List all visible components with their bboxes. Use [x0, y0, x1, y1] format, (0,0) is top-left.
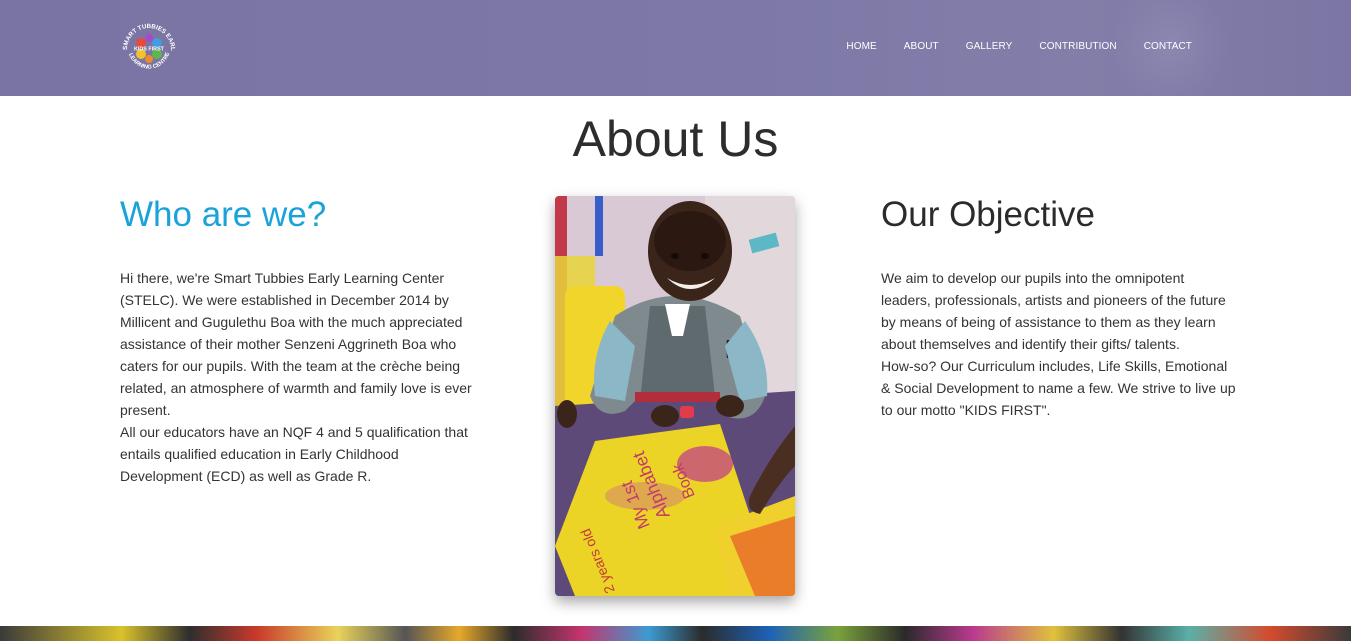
crayons-banner — [0, 626, 1351, 641]
our-objective-heading: Our Objective — [881, 195, 1095, 234]
our-objective-text: We aim to develop our pupils into the om… — [881, 267, 1236, 421]
who-are-we-heading: Who are we? — [120, 195, 327, 234]
main-nav: HOME ABOUT GALLERY CONTRIBUTION CONTACT — [819, 41, 1192, 52]
who-paragraph-1: Hi there, we're Smart Tubbies Early Lear… — [120, 270, 472, 418]
logo-center-text: KIDS FIRST — [134, 47, 165, 53]
site-logo[interactable]: SMART TUBBIES EARLY LEARNING CENTRE KIDS… — [117, 16, 181, 80]
nav-about[interactable]: ABOUT — [904, 41, 939, 52]
child-photo-illustration: B My 1st Alphabet Book 2 years old — [555, 196, 795, 596]
our-objective-section: Our Objective We aim to develop our pupi… — [881, 194, 1236, 421]
objective-paragraph-1: We aim to develop our pupils into the om… — [881, 270, 1226, 352]
who-are-we-text: Hi there, we're Smart Tubbies Early Lear… — [120, 267, 475, 487]
child-photo: B My 1st Alphabet Book 2 years old — [555, 196, 795, 596]
navbar: SMART TUBBIES EARLY LEARNING CENTRE KIDS… — [0, 0, 1351, 96]
page-title: About Us — [572, 111, 779, 167]
nav-gallery[interactable]: GALLERY — [966, 41, 1013, 52]
who-paragraph-2: All our educators have an NQF 4 and 5 qu… — [120, 424, 468, 484]
nav-home[interactable]: HOME — [846, 41, 876, 52]
nav-contribution[interactable]: CONTRIBUTION — [1039, 41, 1116, 52]
objective-paragraph-2: How-so? Our Curriculum includes, Life Sk… — [881, 358, 1236, 418]
nav-contact[interactable]: CONTACT — [1144, 41, 1192, 52]
who-are-we-section: Who are we? Hi there, we're Smart Tubbie… — [120, 194, 475, 487]
